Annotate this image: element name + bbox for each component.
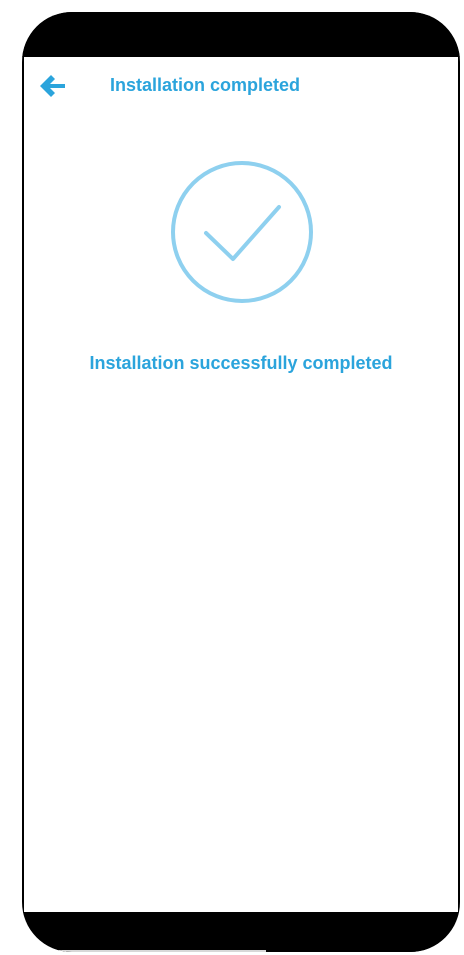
screen-edge-line <box>36 950 266 952</box>
navigation-bar <box>22 912 460 952</box>
check-circle-icon <box>171 161 313 303</box>
app-bar: Installation completed <box>24 57 458 117</box>
back-button[interactable] <box>36 70 68 102</box>
status-bar <box>22 12 460 57</box>
page-title: Installation completed <box>110 75 301 95</box>
app-screen: Installation completed Installation succ… <box>24 57 458 923</box>
phone-frame: Installation completed Installation succ… <box>22 12 460 952</box>
arrow-left-icon <box>40 75 65 97</box>
success-indicator <box>170 160 314 304</box>
success-message: Installation successfully completed <box>89 353 393 373</box>
